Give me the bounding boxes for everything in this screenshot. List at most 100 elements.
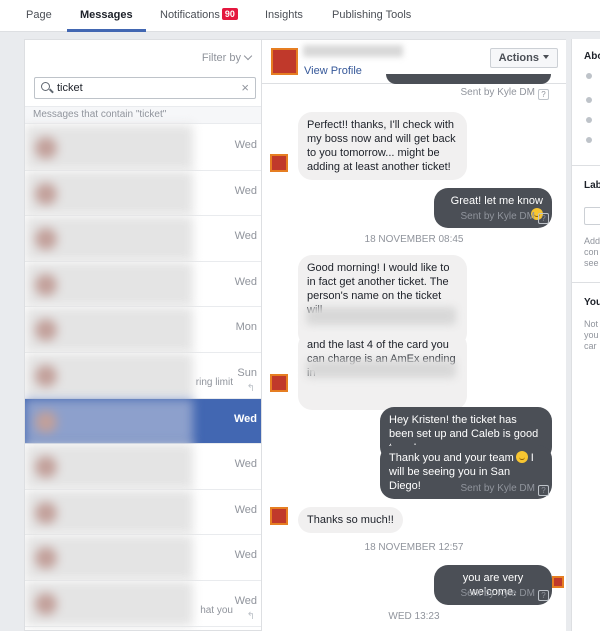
thread-date: Wed [234, 230, 257, 243]
thread-date: Wed [234, 595, 257, 607]
message-bubble-cutoff [386, 74, 551, 84]
notifications-badge: 90 [221, 8, 238, 20]
thread-date: Wed [234, 458, 257, 471]
view-profile-link[interactable]: View Profile [304, 65, 362, 77]
chevron-down-icon [243, 51, 253, 61]
label-input[interactable] [584, 207, 600, 225]
notes-text: car [584, 341, 597, 351]
sent-by-label: Sent by Kyle DM? [461, 87, 549, 100]
inbox-panel: Filter by ticket × Messages that contain… [24, 39, 262, 631]
about-heading: Abo [584, 51, 600, 62]
avatar [35, 547, 57, 570]
tab-publishing-tools[interactable]: Publishing Tools [332, 0, 411, 32]
redacted-thread-preview [25, 535, 193, 580]
clear-search-icon[interactable]: × [241, 80, 249, 95]
thread-row[interactable]: Wed [25, 216, 261, 262]
redacted-thread-preview [25, 444, 193, 489]
avatar [35, 228, 57, 251]
avatar [35, 501, 57, 524]
thread-row[interactable]: Wed [25, 261, 261, 308]
thread-row[interactable]: Wed [25, 125, 261, 171]
thread-date: Wed [234, 275, 257, 288]
info-icon [586, 73, 592, 79]
thread-date: Wed [234, 503, 257, 516]
divider [572, 282, 600, 283]
thread-snippet: hat you [200, 605, 233, 616]
avatar [35, 137, 57, 159]
avatar [35, 456, 57, 479]
labels-text: see [584, 258, 599, 268]
location-icon [586, 137, 592, 143]
help-icon[interactable]: ? [538, 485, 549, 496]
reply-icon: ↰ [246, 383, 255, 394]
timestamp: WED 13:23 [388, 611, 440, 622]
thread-date: Wed [234, 139, 257, 151]
labels-text: con [584, 247, 599, 257]
filter-label: Filter by [201, 52, 241, 64]
redacted-thread-preview [25, 261, 193, 307]
redacted-thread-preview [25, 170, 193, 216]
redacted-thread-preview [25, 489, 193, 535]
thread-date: Wed [234, 549, 257, 562]
notes-text: you [584, 330, 599, 340]
timestamp: 18 NOVEMBER 08:45 [364, 234, 464, 245]
contact-avatar[interactable] [271, 48, 298, 75]
message-incoming: Thanks so much!! [298, 507, 403, 533]
actions-label: Actions [498, 52, 539, 64]
info-icon [586, 117, 592, 123]
help-icon[interactable]: ? [538, 89, 549, 100]
avatar [35, 365, 57, 387]
thread-row[interactable]: Mon [25, 307, 261, 353]
labels-heading: Lab [584, 180, 600, 191]
emoji-icon [515, 451, 528, 463]
avatar [35, 593, 57, 615]
thread-row[interactable]: Wed [25, 489, 261, 536]
thread-date: Wed [233, 412, 257, 425]
search-icon [41, 82, 50, 91]
timestamp: 18 NOVEMBER 12:57 [364, 542, 464, 553]
labels-text: Add [584, 236, 600, 246]
thread-row[interactable]: Wed [25, 444, 261, 490]
avatar [35, 273, 57, 296]
avatar [35, 182, 57, 205]
redacted-thread-preview [25, 398, 193, 444]
thread-row[interactable]: Wed [25, 398, 261, 445]
caret-down-icon [543, 55, 549, 59]
info-icon [586, 97, 592, 103]
sent-by-label: Sent by Kyle DM? [461, 588, 549, 601]
thread-row[interactable]: Wed hat you ↰ [25, 581, 261, 627]
redacted-text [306, 360, 456, 378]
help-icon[interactable]: ? [538, 213, 549, 224]
divider [572, 165, 600, 166]
thread-snippet: ring limit [195, 377, 233, 388]
tab-insights[interactable]: Insights [265, 0, 303, 32]
contact-name-redacted [303, 45, 403, 57]
sender-avatar-tiny [552, 576, 564, 588]
thread-date: Sun [237, 367, 257, 379]
redacted-thread-preview [25, 353, 193, 398]
notes-text: Not [584, 319, 599, 329]
tab-page[interactable]: Page [26, 0, 52, 32]
tab-notifications-label: Notifications [160, 9, 220, 21]
search-input[interactable]: ticket × [34, 77, 256, 99]
thread-date: Mon [235, 321, 257, 334]
redacted-thread-preview [25, 581, 193, 626]
contact-avatar-small [270, 374, 288, 392]
thread-date: Wed [234, 184, 257, 197]
redacted-thread-preview [25, 307, 193, 352]
tab-messages[interactable]: Messages [67, 0, 146, 32]
help-icon[interactable]: ? [538, 590, 549, 601]
actions-button[interactable]: Actions [489, 48, 558, 68]
contact-avatar-small [270, 507, 288, 525]
reply-icon: ↰ [246, 611, 255, 622]
message-incoming: Perfect!! thanks, I'll check with my bos… [298, 112, 467, 180]
tab-notifications[interactable]: Notifications 90 [160, 0, 238, 32]
thread-row[interactable]: Wed [25, 170, 261, 217]
avatar [35, 410, 57, 433]
sent-by-label: Sent by Kyle DM? [461, 211, 549, 224]
contact-avatar-small [270, 154, 288, 172]
thread-row[interactable]: Wed [25, 535, 261, 581]
thread-row[interactable]: Sun ring limit ↰ [25, 353, 261, 399]
filter-dropdown[interactable]: Filter by [201, 51, 253, 64]
conversation-panel: View Profile Actions Sent by Kyle DM? Pe… [262, 39, 566, 631]
